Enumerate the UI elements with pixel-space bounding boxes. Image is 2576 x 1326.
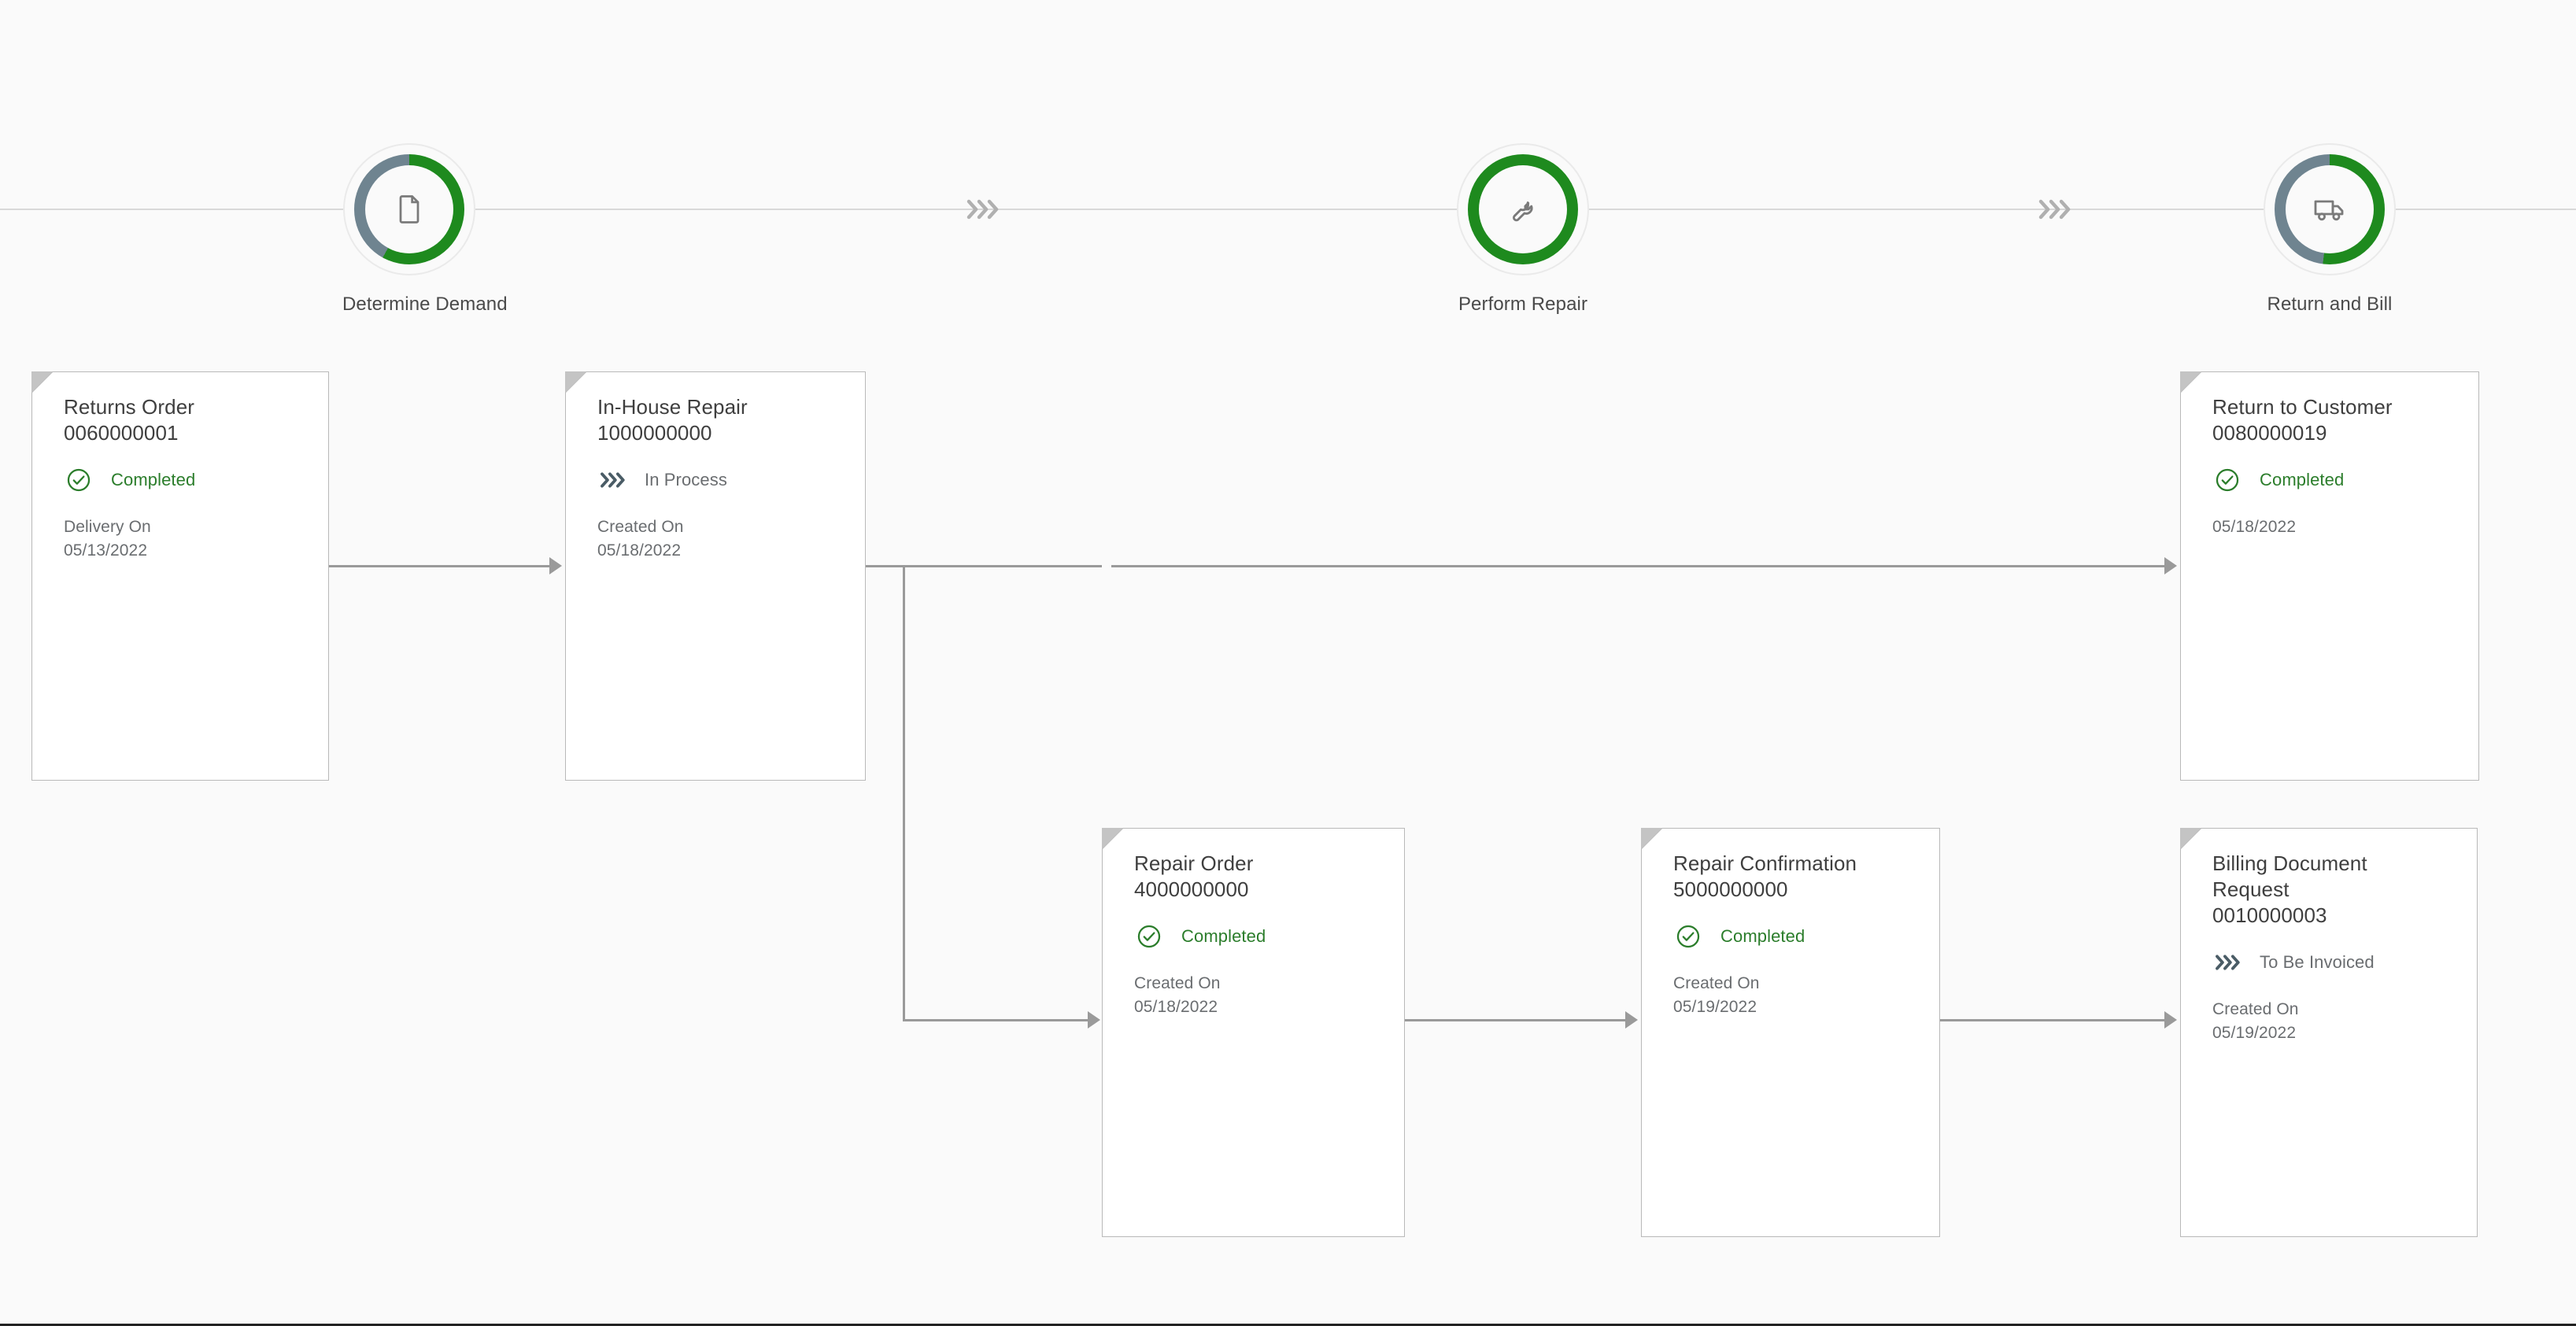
- document-card-returns-order[interactable]: Returns Order 0060000001 Completed Delive…: [31, 371, 329, 781]
- lane-label: Perform Repair: [1458, 294, 1588, 315]
- folded-corner-inner: [31, 371, 53, 393]
- status-text: To Be Invoiced: [2260, 952, 2375, 972]
- card-meta: Created On 05/18/2022: [1134, 974, 1221, 1016]
- card-title: Billing Document Request 0010000003: [2212, 851, 2367, 927]
- status-text: In Process: [645, 470, 727, 489]
- ring-center: [1479, 165, 1567, 253]
- card-meta: Created On 05/18/2022: [597, 518, 684, 560]
- chevrons-right-icon: [597, 465, 627, 495]
- status-text: Completed: [111, 470, 196, 489]
- chevrons-right-icon: [2036, 196, 2072, 223]
- progress-ring-determine-demand: [342, 142, 476, 276]
- folded-corner-inner: [565, 371, 586, 393]
- connector-arrowhead: [1625, 1011, 1638, 1029]
- progress-ring-return-and-bill: [2263, 142, 2397, 276]
- connector-repair-order-to-repair-confirmation: [1405, 1019, 1625, 1021]
- connector-arrowhead: [549, 557, 562, 574]
- ring-center: [2286, 165, 2374, 253]
- status-text: Completed: [1720, 926, 1805, 946]
- card-meta: 05/18/2022: [2212, 518, 2297, 536]
- card-meta: Delivery On 05/13/2022: [64, 518, 151, 560]
- truck-icon: [2311, 190, 2349, 228]
- check-circle-icon: [64, 465, 94, 495]
- card-title: Returns Order 0060000001: [64, 395, 195, 445]
- progress-ring-perform-repair: [1456, 142, 1590, 276]
- document-card-in-house-repair[interactable]: In-House Repair 1000000000 In Process Cre…: [565, 371, 866, 781]
- folded-corner-inner: [1641, 828, 1662, 849]
- connector-branch-vertical: [903, 565, 905, 1021]
- chevrons-right-icon: [2212, 947, 2242, 977]
- document-card-repair-order[interactable]: Repair Order 4000000000 Completed Created…: [1102, 828, 1405, 1237]
- lane-node-return-and-bill[interactable]: Return and Bill: [2263, 142, 2397, 316]
- lane-separator-2: [2031, 192, 2078, 227]
- folded-corner-inner: [2180, 828, 2201, 849]
- lane-separator-1: [959, 192, 1006, 227]
- card-title: In-House Repair 1000000000: [597, 395, 748, 445]
- connector-arrowhead: [2164, 1011, 2177, 1029]
- folded-corner-inner: [1102, 828, 1123, 849]
- status-text: Completed: [1181, 926, 1266, 946]
- lane-node-determine-demand[interactable]: Determine Demand: [342, 142, 508, 316]
- status-badge: In Process: [597, 465, 865, 495]
- lane-node-perform-repair[interactable]: Perform Repair: [1456, 142, 1590, 316]
- status-badge: Completed: [1673, 922, 1939, 951]
- wrench-icon: [1505, 191, 1541, 227]
- document-card-billing-document-request[interactable]: Billing Document Request 0010000003 To Be…: [2180, 828, 2478, 1237]
- status-badge: Completed: [2212, 465, 2478, 495]
- check-circle-icon: [1673, 922, 1703, 951]
- process-flow-canvas: Determine Demand Perform Repair Return a…: [0, 0, 2576, 1326]
- status-badge: Completed: [64, 465, 328, 495]
- connector-arrowhead: [1088, 1011, 1100, 1029]
- lane-label: Return and Bill: [2267, 294, 2393, 315]
- connector-returns-order-to-in-house-repair: [329, 565, 549, 567]
- lane-label: Determine Demand: [342, 294, 508, 315]
- status-badge: Completed: [1134, 922, 1404, 951]
- document-card-repair-confirmation[interactable]: Repair Confirmation 5000000000 Completed …: [1641, 828, 1940, 1237]
- connector-arrowhead: [2164, 557, 2177, 574]
- status-text: Completed: [2260, 470, 2345, 489]
- document-card-return-to-customer[interactable]: Return to Customer 0080000019 Completed 0…: [2180, 371, 2479, 781]
- connector-branch-to-repair-order: [903, 1019, 1088, 1021]
- card-title: Repair Confirmation 5000000000: [1673, 851, 1857, 901]
- connector-in-house-repair-to-return-to-customer: [1111, 565, 2164, 567]
- card-title: Return to Customer 0080000019: [2212, 395, 2393, 445]
- card-title: Repair Order 4000000000: [1134, 851, 1254, 901]
- document-icon: [392, 192, 427, 227]
- card-meta: Created On 05/19/2022: [2212, 1000, 2299, 1042]
- chevrons-right-icon: [964, 196, 1000, 223]
- check-circle-icon: [2212, 465, 2242, 495]
- status-badge: To Be Invoiced: [2212, 947, 2477, 977]
- connector-in-house-repair-stub: [866, 565, 1102, 567]
- connector-repair-confirmation-to-billing-document-request: [1940, 1019, 2164, 1021]
- ring-center: [365, 165, 453, 253]
- check-circle-icon: [1134, 922, 1164, 951]
- card-meta: Created On 05/19/2022: [1673, 974, 1760, 1016]
- folded-corner-inner: [2180, 371, 2201, 393]
